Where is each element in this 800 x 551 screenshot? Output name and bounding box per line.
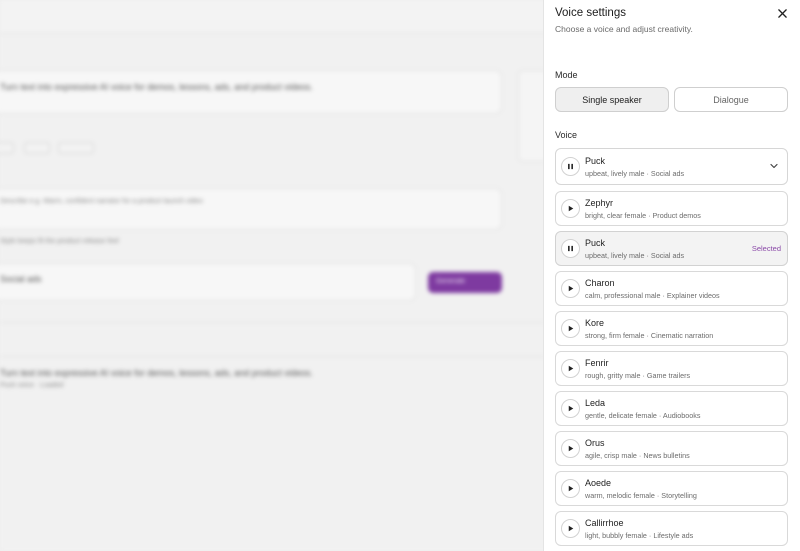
pause-button[interactable] — [561, 157, 580, 176]
play-button[interactable] — [561, 439, 580, 458]
voice-name: Callirrhoe — [585, 518, 624, 528]
play-icon — [568, 405, 574, 412]
voice-label: Voice — [555, 130, 578, 140]
voice-name: Fenrir — [585, 358, 609, 368]
pause-button[interactable] — [561, 239, 580, 258]
play-icon — [568, 485, 574, 492]
play-icon — [568, 365, 574, 372]
play-button[interactable] — [561, 519, 580, 538]
background-blurred-text: Describe e.g. Warm, confident narrator f… — [0, 198, 203, 205]
play-icon — [568, 325, 574, 332]
voice-name: Orus — [585, 438, 605, 448]
voice-description: bright, clear female · Product demos — [585, 211, 701, 220]
voice-name: Aoede — [585, 478, 612, 488]
background-divider — [0, 322, 545, 323]
play-icon — [568, 525, 574, 532]
background-divider — [0, 356, 545, 357]
mode-label: Mode — [555, 70, 578, 80]
background-chip — [0, 142, 14, 154]
background-generate-button: Generate — [428, 272, 502, 293]
voice-card-charon[interactable]: Charon calm, professional male · Explaine… — [555, 271, 788, 306]
background-voice-select — [0, 263, 416, 301]
play-icon — [568, 285, 574, 292]
play-button[interactable] — [561, 479, 580, 498]
play-button[interactable] — [561, 359, 580, 378]
background-chip — [58, 142, 94, 154]
current-voice-name: Puck — [585, 156, 606, 166]
background-blurred-text: Turn text into expressive AI voice for d… — [0, 368, 313, 378]
drawer-title: Voice settings — [555, 7, 626, 19]
voice-select-dropdown[interactable]: Puck upbeat, lively male · Social ads — [555, 148, 788, 185]
voice-card-fenrir[interactable]: Fenrir rough, gritty male · Game trailers — [555, 351, 788, 386]
voice-name: Charon — [585, 278, 615, 288]
voice-card-zephyr[interactable]: Zephyr bright, clear female · Product dem… — [555, 191, 788, 226]
play-button[interactable] — [561, 319, 580, 338]
voice-settings-drawer: Voice settings Choose a voice and adjust… — [543, 0, 800, 551]
pause-icon — [568, 245, 573, 252]
current-voice-description: upbeat, lively male · Social ads — [585, 169, 685, 178]
close-icon — [777, 8, 787, 18]
voice-card-orus[interactable]: Orus agile, crisp male · News bulletins — [555, 431, 788, 466]
background-input-box — [0, 188, 502, 230]
pause-icon — [568, 163, 573, 170]
voice-description: calm, professional male · Explainer vide… — [585, 291, 720, 300]
voice-description: light, bubbly female · Lifestyle ads — [585, 531, 694, 540]
voice-name: Leda — [585, 398, 606, 408]
play-button[interactable] — [561, 399, 580, 418]
background-blurred-text: Puck voice · Loaded — [0, 382, 64, 389]
voice-name: Zephyr — [585, 198, 614, 208]
voice-name: Puck — [585, 238, 606, 248]
background-prompt-box — [0, 70, 502, 114]
voice-description: warm, melodic female · Storytelling — [585, 491, 697, 500]
close-button[interactable] — [773, 4, 791, 22]
background-blurred-text: Style keeps fit the product release feel — [0, 238, 119, 245]
voice-card-puck[interactable]: Puck upbeat, lively male · Social ads Sele… — [555, 231, 788, 266]
background-blurred-text: Turn text into expressive AI voice for d… — [0, 82, 313, 92]
play-icon — [568, 445, 574, 452]
voice-description: agile, crisp male · News bulletins — [585, 451, 690, 460]
chevron-down-icon — [770, 163, 778, 169]
mode-dialogue-button[interactable]: Dialogue — [674, 87, 788, 112]
background-blurred-text: Social ads — [0, 274, 42, 284]
selected-badge: Selected — [751, 244, 781, 253]
voice-description: upbeat, lively male · Social ads — [585, 251, 685, 260]
voice-card-kore[interactable]: Kore strong, firm female · Cinematic narr… — [555, 311, 788, 346]
background-topbar — [0, 0, 560, 34]
voice-name: Kore — [585, 318, 605, 328]
drawer-subtitle: Choose a voice and adjust creativity. — [555, 24, 693, 34]
play-icon — [568, 205, 574, 212]
voice-description: strong, firm female · Cinematic narratio… — [585, 331, 714, 340]
mode-single-speaker-button[interactable]: Single speaker — [555, 87, 669, 112]
voice-card-aoede[interactable]: Aoede warm, melodic female · Storytelling — [555, 471, 788, 506]
voice-card-callirrhoe[interactable]: Callirrhoe light, bubbly female · Lifesty… — [555, 511, 788, 546]
play-button[interactable] — [561, 199, 580, 218]
play-button[interactable] — [561, 279, 580, 298]
voice-card-leda[interactable]: Leda gentle, delicate female · Audiobooks — [555, 391, 788, 426]
voice-description: rough, gritty male · Game trailers — [585, 371, 691, 380]
voice-description: gentle, delicate female · Audiobooks — [585, 411, 701, 420]
background-chip — [102, 142, 126, 154]
background-chip — [24, 142, 50, 154]
